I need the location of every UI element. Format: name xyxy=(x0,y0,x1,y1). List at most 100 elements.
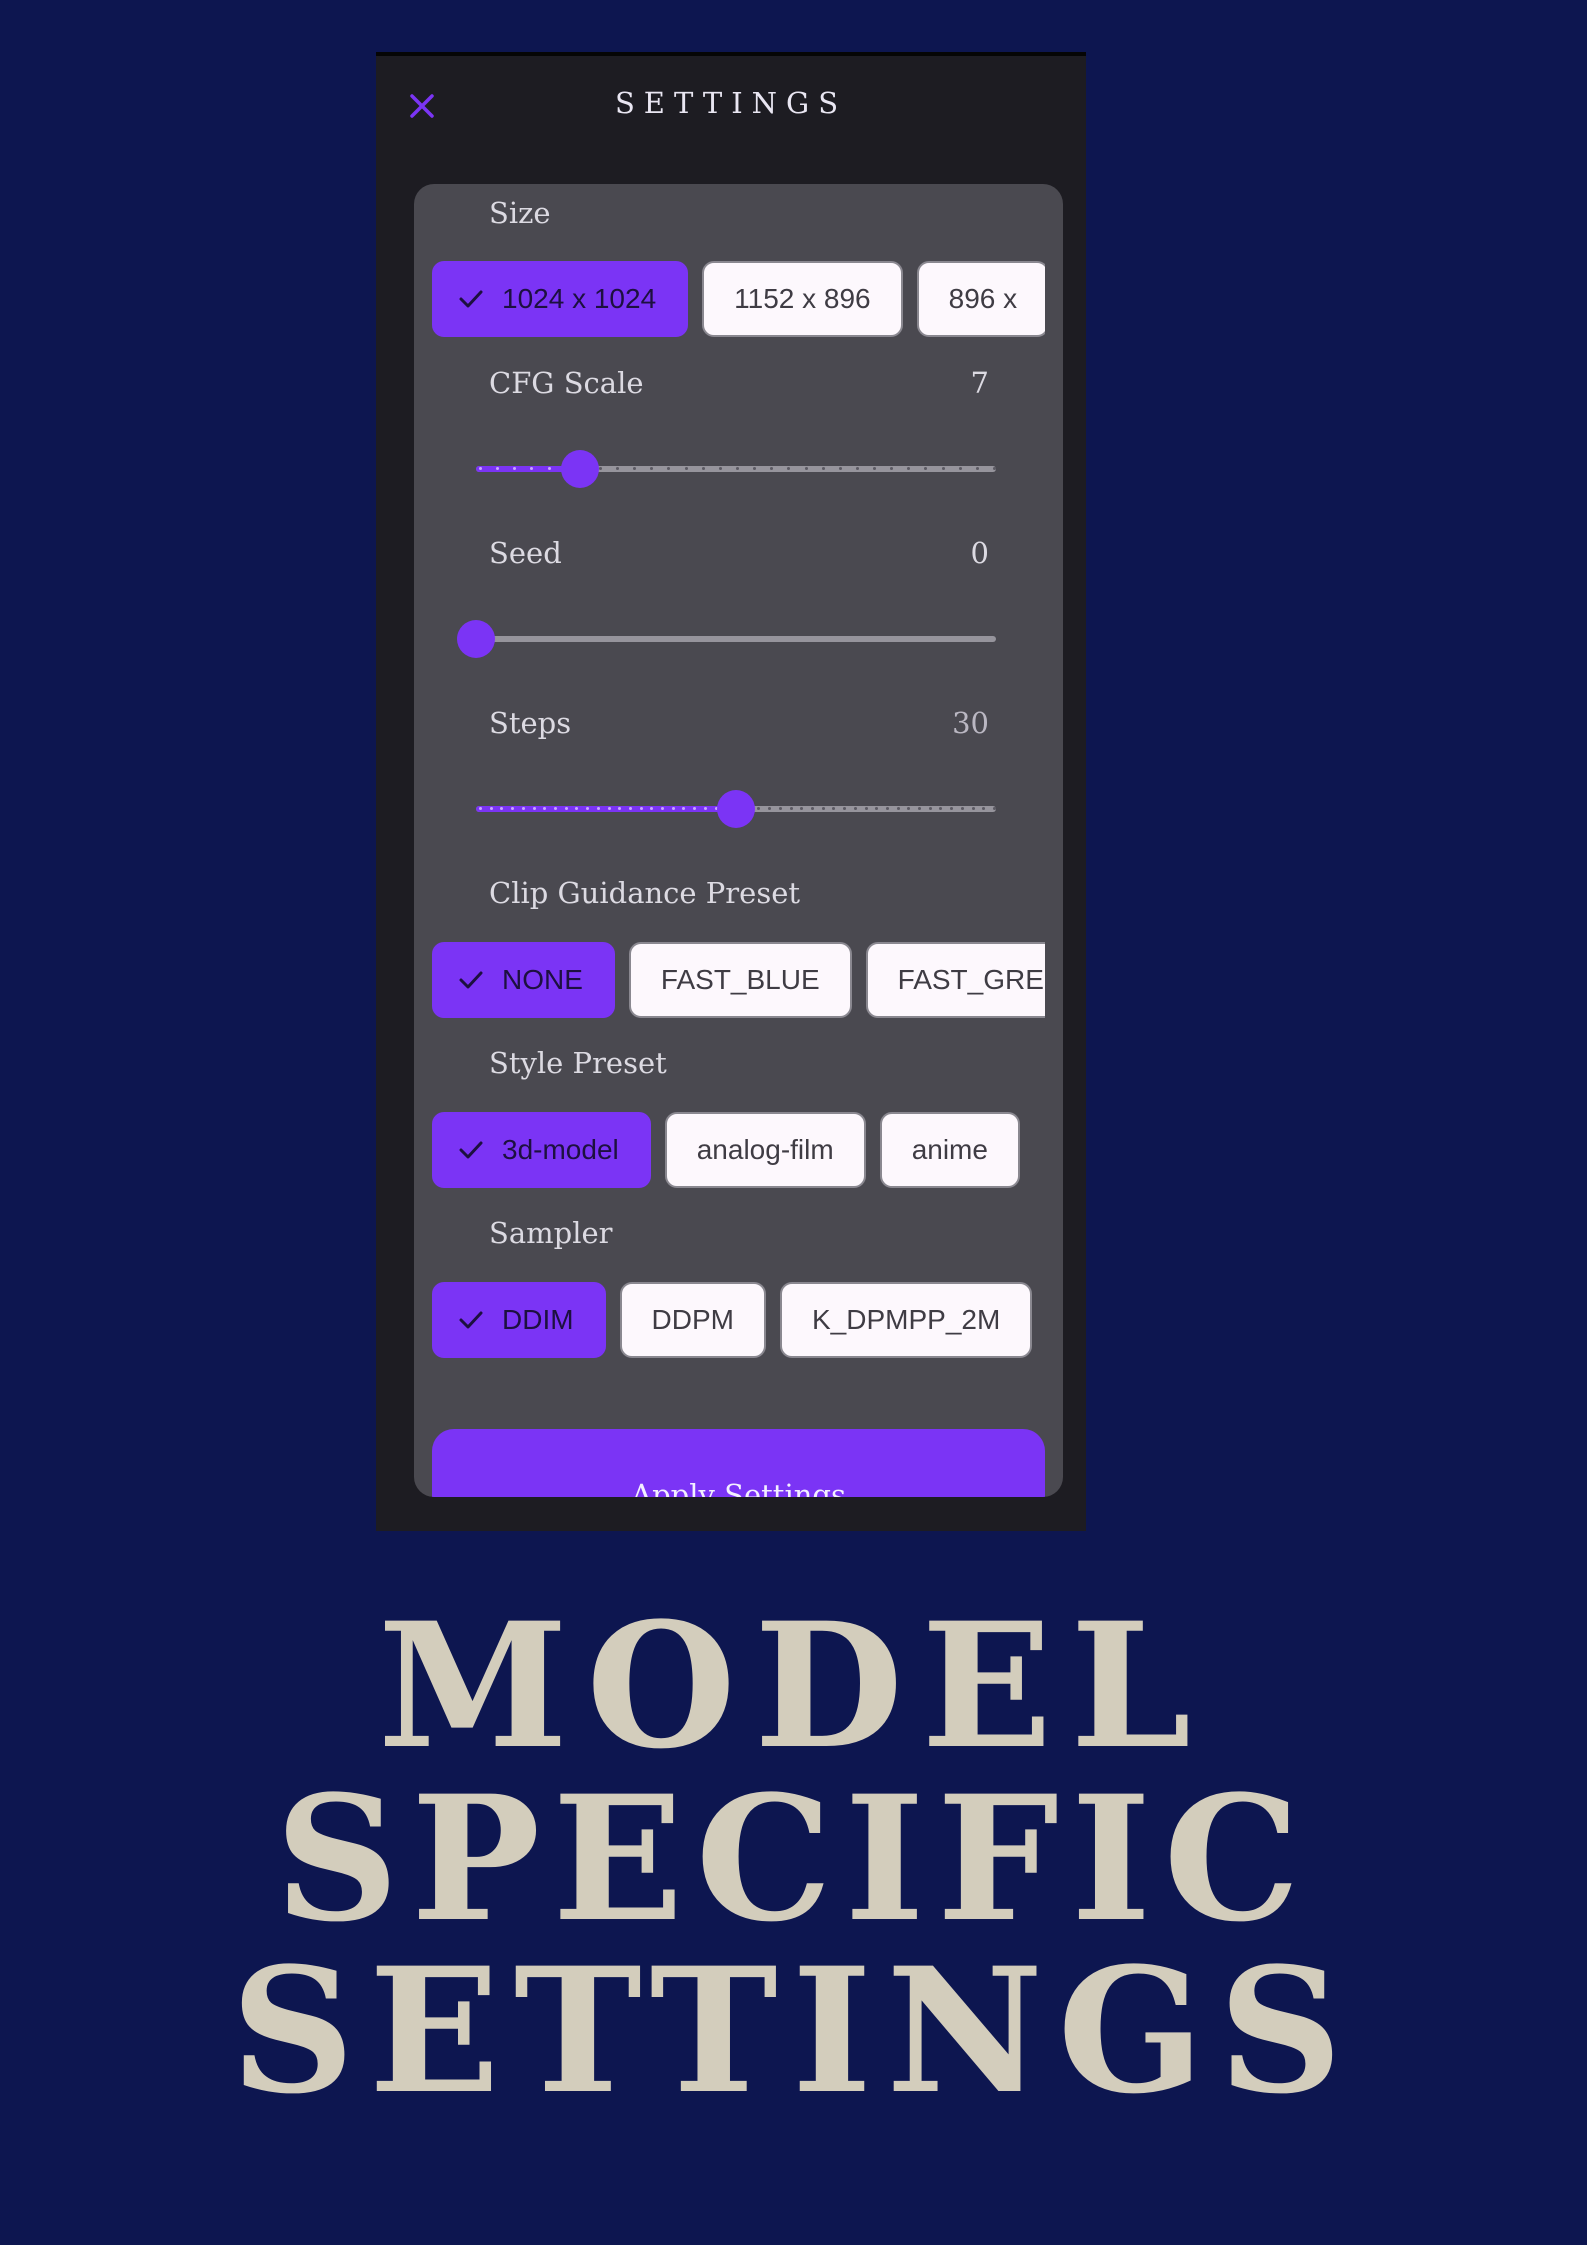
slider-tick xyxy=(693,807,697,810)
slider-tick xyxy=(875,807,879,810)
slider-ticks xyxy=(479,467,996,471)
check-icon xyxy=(456,1305,486,1335)
slider-tick xyxy=(885,807,889,810)
seed-slider[interactable] xyxy=(457,619,996,659)
slider-tick xyxy=(804,467,808,470)
slider-tick xyxy=(789,807,793,810)
settings-panel: Size 1024 x 1024 1152 x 896 896 x CFG Scal… xyxy=(414,184,1063,1497)
slider-tick xyxy=(513,467,517,470)
slider-tick xyxy=(832,807,836,810)
slider-tick xyxy=(667,467,671,470)
slider-tick xyxy=(838,467,842,470)
clip-option-none[interactable]: NONE xyxy=(432,942,615,1018)
slider-tick xyxy=(586,807,590,810)
slider-tick xyxy=(960,807,964,810)
apply-settings-button[interactable]: Apply Settings xyxy=(432,1429,1045,1497)
slider-tick xyxy=(543,807,547,810)
slider-tick xyxy=(939,807,943,810)
slider-tick xyxy=(639,807,643,810)
steps-slider[interactable] xyxy=(476,789,996,829)
slider-tick xyxy=(975,467,979,470)
slider-tick xyxy=(896,807,900,810)
slider-tick xyxy=(770,467,774,470)
page-title: SETTINGS xyxy=(614,86,848,120)
seed-value: 0 xyxy=(970,536,989,570)
size-chip-row: 1024 x 1024 1152 x 896 896 x xyxy=(432,261,1045,337)
slider-tick xyxy=(971,807,975,810)
clip-option-fast-blue[interactable]: FAST_BLUE xyxy=(628,942,852,1018)
top-bar: SETTINGS xyxy=(376,56,1086,156)
clip-guidance-label: Clip Guidance Preset xyxy=(489,876,801,910)
size-option-1024x1024[interactable]: 1024 x 1024 xyxy=(432,261,689,337)
cfg-scale-slider[interactable] xyxy=(476,449,996,489)
slider-tick xyxy=(532,807,536,810)
slider-tick xyxy=(907,807,911,810)
style-option-anime[interactable]: anime xyxy=(879,1112,1020,1188)
slider-tick xyxy=(928,807,932,810)
cfg-scale-label: CFG Scale xyxy=(489,366,644,400)
slider-tick xyxy=(993,807,996,810)
headline-line-2: SPECIFIC xyxy=(274,1757,1313,1960)
settings-screen: SETTINGS Size 1024 x 1024 1152 x 896 896 x… xyxy=(376,52,1086,1531)
slider-tick xyxy=(575,807,579,810)
slider-tick xyxy=(821,807,825,810)
slider-tick xyxy=(800,807,804,810)
sampler-option-ddpm[interactable]: DDPM xyxy=(619,1282,766,1358)
style-option-analog-film[interactable]: analog-film xyxy=(664,1112,866,1188)
seed-label: Seed xyxy=(489,536,562,570)
slider-thumb[interactable] xyxy=(457,620,495,658)
sampler-chip-row: DDIM DDPM K_DPMPP_2M xyxy=(432,1282,1045,1358)
cfg-scale-value: 7 xyxy=(970,366,989,400)
slider-tick xyxy=(650,467,654,470)
slider-tick xyxy=(521,807,525,810)
slider-tick xyxy=(598,467,602,470)
slider-tick xyxy=(530,467,534,470)
style-preset-chip-row: 3d-model analog-film anime xyxy=(432,1112,1045,1188)
slider-tick xyxy=(553,807,557,810)
size-label: Size xyxy=(489,196,551,230)
slider-tick xyxy=(479,807,482,810)
slider-tick xyxy=(757,807,761,810)
slider-tick xyxy=(753,467,757,470)
check-icon xyxy=(456,1135,486,1165)
slider-tick xyxy=(941,467,945,470)
slider-tick xyxy=(564,807,568,810)
slider-tick xyxy=(873,467,877,470)
headline-line-1: MODEL xyxy=(377,1584,1210,1787)
check-icon xyxy=(456,284,486,314)
slider-tick xyxy=(810,807,814,810)
slider-tick xyxy=(684,467,688,470)
slider-tick xyxy=(890,467,894,470)
size-option-896x[interactable]: 896 x xyxy=(916,261,1045,337)
slider-tick xyxy=(671,807,675,810)
slider-tick xyxy=(547,467,551,470)
slider-tick xyxy=(607,807,611,810)
slider-tick xyxy=(616,467,620,470)
clip-guidance-chip-row: NONEFAST_BLUEFAST_GREE xyxy=(432,942,1045,1018)
slider-thumb[interactable] xyxy=(561,450,599,488)
size-option-1152x896[interactable]: 1152 x 896 xyxy=(702,261,903,337)
sampler-option-ddim[interactable]: DDIM xyxy=(432,1282,606,1358)
slider-tick xyxy=(701,467,705,470)
slider-tick xyxy=(853,807,857,810)
slider-tick xyxy=(993,467,996,470)
slider-tick xyxy=(855,467,859,470)
clip-option-fast-green[interactable]: FAST_GREE xyxy=(865,942,1045,1018)
slider-tick xyxy=(500,807,504,810)
slider-tick xyxy=(496,467,500,470)
slider-tick xyxy=(864,807,868,810)
slider-tick xyxy=(661,807,665,810)
slider-tick xyxy=(843,807,847,810)
slider-tick xyxy=(736,467,739,470)
slider-tick xyxy=(918,807,922,810)
style-option-3d-model[interactable]: 3d-model xyxy=(432,1112,651,1188)
slider-thumb[interactable] xyxy=(717,790,755,828)
sampler-option-k-dpmpp-2m[interactable]: K_DPMPP_2M xyxy=(780,1282,1033,1358)
slider-tick xyxy=(618,807,622,810)
slider-tick xyxy=(907,467,911,470)
slider-tick xyxy=(982,807,986,810)
steps-label: Steps xyxy=(489,706,572,740)
slider-tick xyxy=(489,807,493,810)
slider-tick xyxy=(768,807,772,810)
slider-tick xyxy=(633,467,637,470)
